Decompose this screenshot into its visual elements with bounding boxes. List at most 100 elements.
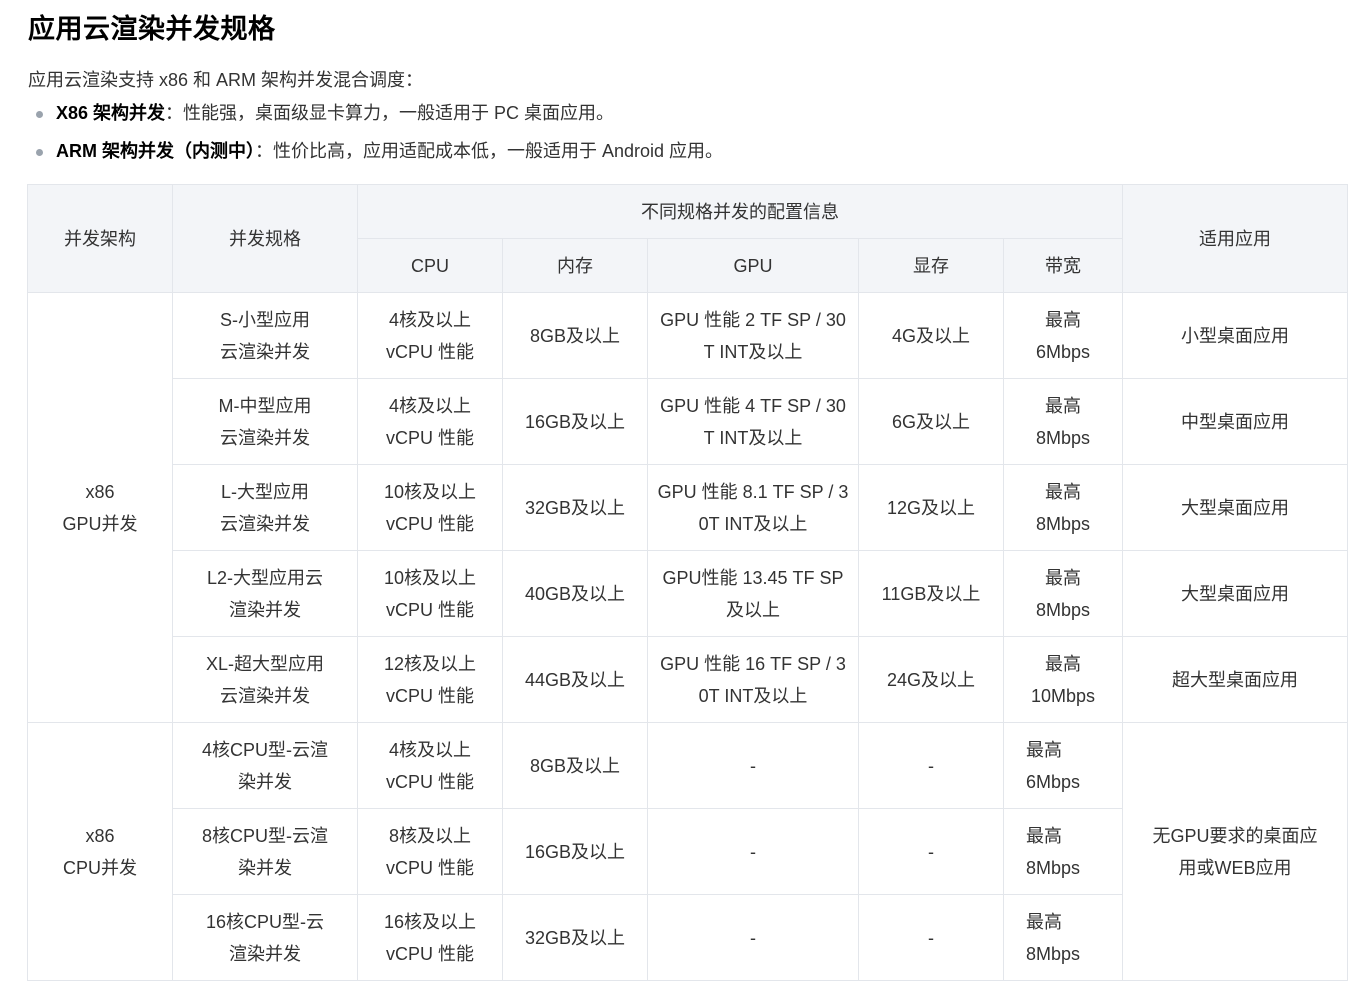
bandwidth-cell: 最高 8Mbps xyxy=(1003,378,1123,465)
gpu-cell: - xyxy=(647,808,859,895)
bandwidth-cell: 最高 6Mbps xyxy=(1003,292,1123,379)
spec-line: M-中型应用 xyxy=(218,395,312,416)
cpu-line: vCPU 性能 xyxy=(385,599,474,620)
bandwidth-line: 8Mbps xyxy=(1035,599,1091,620)
spec-line: 染并发 xyxy=(238,771,292,792)
vram-cell: - xyxy=(858,808,1004,895)
bandwidth-cell: 最高 8Mbps xyxy=(1003,550,1123,637)
arch-line: GPU并发 xyxy=(62,513,138,534)
cpu-cell: 4核及以上 vCPU 性能 xyxy=(357,722,503,809)
spec-line: 8核CPU型-云渲 xyxy=(201,825,328,846)
app-cell: 小型桌面应用 xyxy=(1122,292,1348,379)
bullet-arm-label: ARM 架构并发（内测中） xyxy=(56,141,255,161)
header-app: 适用应用 xyxy=(1122,184,1348,293)
header-memory: 内存 xyxy=(502,238,648,293)
spec-line: XL-超大型应用 xyxy=(205,653,324,674)
bandwidth-line: 6Mbps xyxy=(1035,341,1091,362)
cpu-line: vCPU 性能 xyxy=(385,685,474,706)
cpu-line: 10核及以上 xyxy=(383,481,477,502)
gpu-cell: GPU 性能 16 TF SP / 30T INT及以上 xyxy=(647,636,859,723)
spec-cell: 8核CPU型-云渲 染并发 xyxy=(172,808,358,895)
bandwidth-line: 最高 xyxy=(1026,911,1062,932)
header-row: 并发架构 并发规格 不同规格并发的配置信息 适用应用 xyxy=(27,184,1348,293)
memory-cell: 32GB及以上 xyxy=(502,894,648,981)
bullet-list: X86 架构并发：性能强，桌面级显卡算力，一般适用于 PC 桌面应用。 ARM … xyxy=(36,98,723,174)
bandwidth-line: 最高 xyxy=(1045,395,1081,416)
header-spec: 并发规格 xyxy=(172,184,358,293)
header-bandwidth: 带宽 xyxy=(1003,238,1123,293)
cpu-cell: 12核及以上 vCPU 性能 xyxy=(357,636,503,723)
cpu-cell: 16核及以上 vCPU 性能 xyxy=(357,894,503,981)
gpu-cell: GPU 性能 8.1 TF SP / 30T INT及以上 xyxy=(647,464,859,551)
cpu-line: 4核及以上 xyxy=(388,309,471,330)
arch-line: x86 xyxy=(85,481,115,502)
cpu-cell: 4核及以上 vCPU 性能 xyxy=(357,378,503,465)
bandwidth-line: 最高 xyxy=(1026,739,1062,760)
gpu-cell: - xyxy=(647,722,859,809)
cpu-cell: 4核及以上 vCPU 性能 xyxy=(357,292,503,379)
header-cpu: CPU xyxy=(357,238,503,293)
bandwidth-cell: 最高 8Mbps xyxy=(1003,464,1123,551)
memory-cell: 40GB及以上 xyxy=(502,550,648,637)
app-cell: 大型桌面应用 xyxy=(1122,464,1348,551)
spec-cell: 16核CPU型-云 渲染并发 xyxy=(172,894,358,981)
arch-line: x86 xyxy=(85,825,115,846)
cpu-line: 12核及以上 xyxy=(383,653,477,674)
cpu-line: vCPU 性能 xyxy=(385,771,474,792)
memory-cell: 16GB及以上 xyxy=(502,808,648,895)
table-row: M-中型应用 云渲染并发 4核及以上 vCPU 性能 16GB及以上 GPU 性能 … xyxy=(28,378,1348,465)
bandwidth-cell: 最高 8Mbps xyxy=(1003,808,1123,895)
spec-line: 渲染并发 xyxy=(229,943,301,964)
cpu-line: vCPU 性能 xyxy=(385,513,474,534)
arch-cell-gpu: x86 GPU并发 xyxy=(27,292,173,723)
memory-cell: 8GB及以上 xyxy=(502,292,648,379)
vram-cell: 12G及以上 xyxy=(858,464,1004,551)
header-config-group: 不同规格并发的配置信息 xyxy=(357,184,1123,239)
table-row: x86 GPU并发 S-小型应用 云渲染并发 4核及以上 vCPU 性能 8GB及以上… xyxy=(27,292,1348,723)
spec-line: L2-大型应用云 xyxy=(206,567,323,588)
table-row: XL-超大型应用 云渲染并发 12核及以上 vCPU 性能 44GB及以上 GPU … xyxy=(28,636,1348,723)
cpu-line: vCPU 性能 xyxy=(385,427,474,448)
spec-line: 染并发 xyxy=(238,857,292,878)
cpu-line: 10核及以上 xyxy=(383,567,477,588)
spec-line: S-小型应用 xyxy=(220,309,310,330)
vram-cell: - xyxy=(858,894,1004,981)
header-vram: 显存 xyxy=(858,238,1004,293)
vram-cell: 6G及以上 xyxy=(858,378,1004,465)
table-row: L2-大型应用云 渲染并发 10核及以上 vCPU 性能 40GB及以上 GPU性能… xyxy=(28,550,1348,637)
spec-line: L-大型应用 xyxy=(220,481,309,502)
bandwidth-cell: 最高 8Mbps xyxy=(1003,894,1123,981)
vram-cell: - xyxy=(858,722,1004,809)
spec-table: 并发架构 并发规格 不同规格并发的配置信息 适用应用 CPU 内存 GPU 显存… xyxy=(27,184,1348,981)
memory-cell: 32GB及以上 xyxy=(502,464,648,551)
arch-cell-cpu: x86 CPU并发 xyxy=(27,722,173,981)
cpu-line: 16核及以上 xyxy=(383,911,477,932)
bandwidth-line: 最高 xyxy=(1045,481,1081,502)
gpu-cell: GPU性能 13.45 TF SP 及以上 xyxy=(647,550,859,637)
cpu-cell: 8核及以上 vCPU 性能 xyxy=(357,808,503,895)
bullet-x86: X86 架构并发：性能强，桌面级显卡算力，一般适用于 PC 桌面应用。 xyxy=(36,98,723,136)
bullet-x86-text: ：性能强，桌面级显卡算力，一般适用于 PC 桌面应用。 xyxy=(165,103,615,123)
spec-line: 云渲染并发 xyxy=(220,685,310,706)
bandwidth-line: 最高 xyxy=(1045,309,1081,330)
app-cell-cpu-group: 无GPU要求的桌面应用或WEB应用 xyxy=(1122,722,1348,981)
cpu-line: vCPU 性能 xyxy=(385,943,474,964)
spec-line: 云渲染并发 xyxy=(220,427,310,448)
bullet-arm-text: ：性价比高，应用适配成本低，一般适用于 Android 应用。 xyxy=(255,141,724,161)
spec-line: 16核CPU型-云 xyxy=(205,911,325,932)
memory-cell: 8GB及以上 xyxy=(502,722,648,809)
gpu-cell: GPU 性能 4 TF SP / 30T INT及以上 xyxy=(647,378,859,465)
cpu-line: 4核及以上 xyxy=(388,395,471,416)
bandwidth-line: 最高 xyxy=(1045,567,1081,588)
vram-cell: 4G及以上 xyxy=(858,292,1004,379)
header-arch: 并发架构 xyxy=(27,184,173,293)
table-row: L-大型应用 云渲染并发 10核及以上 vCPU 性能 32GB及以上 GPU 性能… xyxy=(28,464,1348,551)
page-title: 应用云渲染并发规格 xyxy=(28,14,276,44)
bandwidth-line: 8Mbps xyxy=(1035,427,1091,448)
cpu-line: 4核及以上 xyxy=(388,739,471,760)
vram-cell: 24G及以上 xyxy=(858,636,1004,723)
spec-line: 渲染并发 xyxy=(229,599,301,620)
bandwidth-line: 8Mbps xyxy=(1026,857,1081,878)
app-cell: 中型桌面应用 xyxy=(1122,378,1348,465)
bandwidth-cell: 最高 10Mbps xyxy=(1003,636,1123,723)
